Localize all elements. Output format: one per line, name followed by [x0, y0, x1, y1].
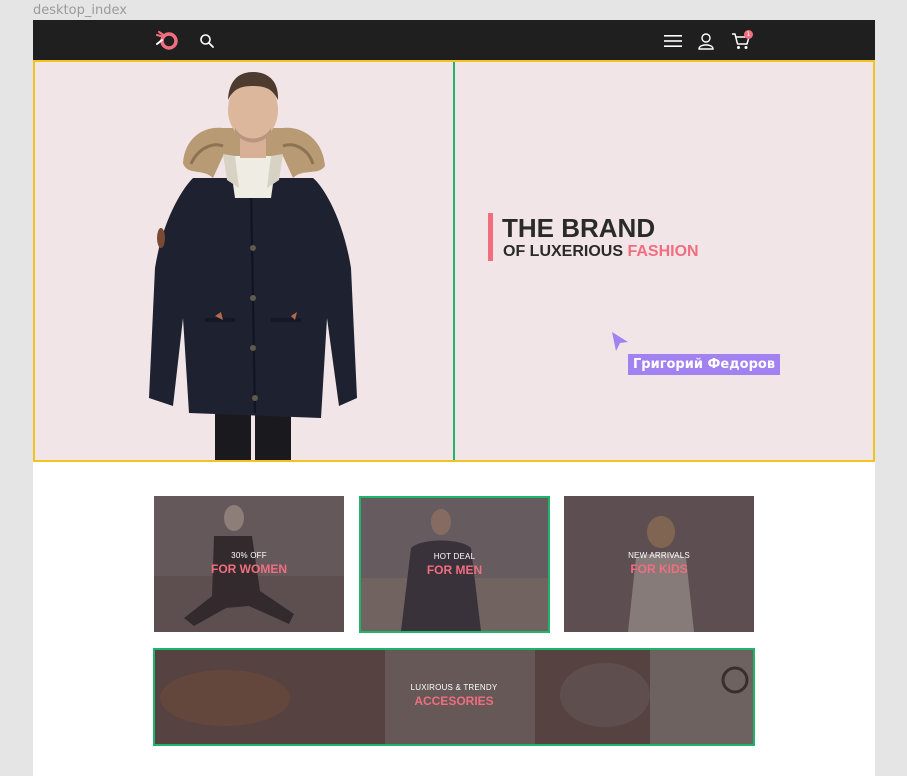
- tile-caption: 30% OFF FOR WOMEN: [154, 551, 344, 577]
- hamburger-menu-icon[interactable]: [664, 34, 682, 48]
- page-frame: 1 THE BRAND OF LUXERIOUS FASHION Григори…: [33, 20, 875, 776]
- tile-big-label: FOR KIDS: [630, 562, 688, 576]
- category-tile-kids[interactable]: NEW ARRIVALS FOR KIDS: [564, 496, 754, 632]
- hero-title: THE BRAND: [502, 213, 656, 243]
- category-tile-women[interactable]: 30% OFF FOR WOMEN: [154, 496, 344, 632]
- search-icon[interactable]: [199, 33, 215, 49]
- hero-subtitle-prefix: OF LUXERIOUS: [503, 243, 628, 260]
- collaborator-cursor-icon: [612, 332, 628, 351]
- tile-caption: LUXIROUS & TRENDY ACCESORIES: [155, 683, 753, 709]
- top-navigation-bar: 1: [33, 20, 875, 60]
- category-tile-accessories[interactable]: LUXIROUS & TRENDY ACCESORIES: [153, 648, 755, 746]
- tile-small-label: 30% OFF: [231, 551, 267, 560]
- tile-big-label: ACCESORIES: [414, 694, 494, 708]
- tile-small-label: LUXIROUS & TRENDY: [410, 683, 498, 692]
- tile-small-label: NEW ARRIVALS: [628, 551, 690, 560]
- logo-icon[interactable]: [154, 28, 180, 52]
- collaborator-name-tag: Григорий Федоров: [628, 354, 781, 375]
- tile-caption: HOT DEAL FOR MEN: [361, 552, 548, 578]
- cart-count-badge: 1: [744, 30, 753, 39]
- selection-divider: [453, 60, 455, 462]
- tile-big-label: FOR WOMEN: [211, 562, 287, 576]
- tile-caption: NEW ARRIVALS FOR KIDS: [564, 551, 754, 577]
- tile-big-label: FOR MEN: [426, 563, 483, 577]
- tile-small-label: HOT DEAL: [433, 552, 476, 561]
- hero-banner: THE BRAND OF LUXERIOUS FASHION Григорий …: [33, 60, 875, 462]
- frame-label: desktop_index: [33, 3, 127, 18]
- hero-accent-bar: [488, 213, 493, 261]
- user-icon[interactable]: [698, 32, 714, 50]
- hero-subtitle: OF LUXERIOUS FASHION: [503, 242, 699, 262]
- hero-subtitle-highlight: FASHION: [627, 243, 699, 260]
- category-tile-men[interactable]: HOT DEAL FOR MEN: [359, 496, 550, 633]
- model-photo: [149, 72, 357, 460]
